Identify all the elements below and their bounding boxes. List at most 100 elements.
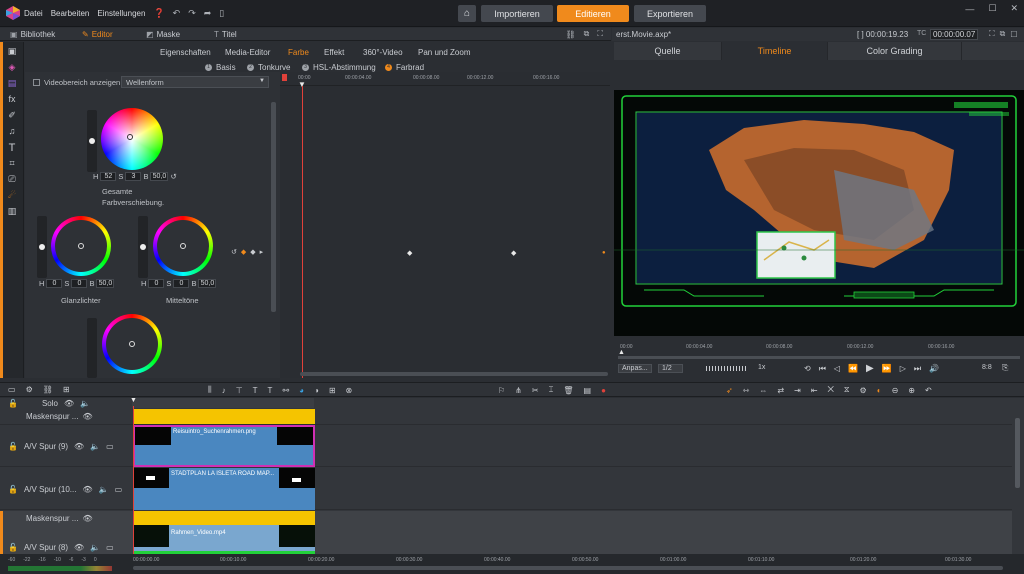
kf-reset-icon[interactable]: ↺ xyxy=(231,248,237,256)
settings-icon[interactable]: ⚙ xyxy=(26,385,33,394)
export-button[interactable]: Exportieren xyxy=(634,5,706,22)
audio-duck-icon[interactable]: ♪ xyxy=(222,386,226,395)
layers-icon[interactable]: ⎚ xyxy=(5,174,19,186)
lock-icon[interactable]: 🔓 xyxy=(8,442,18,451)
highlights-h-input[interactable]: 0 xyxy=(46,279,63,288)
roll-icon[interactable]: ⇄ xyxy=(777,386,784,395)
keyframe-diamond[interactable]: ◆ xyxy=(407,249,412,257)
next-frame-icon[interactable]: ⏩ xyxy=(882,364,892,373)
stopmotion-icon[interactable]: ☄ xyxy=(5,190,19,202)
audio-icon[interactable]: 🔈 xyxy=(90,442,100,451)
edit-button[interactable]: Editieren xyxy=(557,5,629,22)
delete-icon[interactable]: 🗑 xyxy=(563,386,573,395)
lock-icon[interactable]: 🔓 xyxy=(8,485,18,494)
tab-source[interactable]: Quelle xyxy=(614,42,722,60)
autoscroll-icon[interactable]: ◐ xyxy=(877,386,882,395)
av-clip-9[interactable]: Reisuintro_Suchenrahmen.png xyxy=(133,425,315,467)
montage-icon[interactable]: ▥ xyxy=(5,206,19,218)
monitor-icon[interactable]: ▭ xyxy=(106,543,114,552)
video-effects-icon[interactable]: ▤ xyxy=(5,78,19,90)
volume-icon[interactable]: 🔊 xyxy=(929,364,939,373)
visibility-icon[interactable]: 👁 xyxy=(82,485,92,494)
marker-add-icon[interactable]: ⚐ xyxy=(498,386,505,395)
audio-mixer-icon[interactable]: ⫼ xyxy=(208,385,212,395)
zoom-out-icon[interactable]: ⊖ xyxy=(892,386,899,395)
shadows-wheel-handle[interactable] xyxy=(129,341,135,347)
midtones-color-wheel[interactable] xyxy=(153,216,213,276)
waveform-select[interactable]: Wellenform ▼ xyxy=(121,76,269,88)
menu-edit[interactable]: Bearbeiten xyxy=(51,9,90,18)
trim-icon[interactable]: ⌶ xyxy=(549,385,554,395)
timecode-input[interactable]: 00:00:00.07 xyxy=(930,29,979,40)
group-icon[interactable]: ▤ xyxy=(584,386,592,395)
video-range-toggle[interactable]: Videobereich anzeigen xyxy=(33,78,120,87)
monitor-icon[interactable]: ▭ xyxy=(106,442,114,451)
audio-icon[interactable]: 🔈 xyxy=(90,543,100,552)
tab-title[interactable]: T Titel xyxy=(214,28,237,41)
keyframe-diamond[interactable]: ◆ xyxy=(511,249,516,257)
kf-add-icon[interactable]: ◆ xyxy=(250,248,255,256)
tab-properties[interactable]: Eigenschaften xyxy=(160,48,211,57)
snap-icon[interactable]: ⧖ xyxy=(844,385,850,395)
av-clip-8[interactable]: Rahmen_Video.mp4 xyxy=(133,525,315,554)
snapshot-icon[interactable]: ⎘ xyxy=(1002,363,1008,373)
color-mode-basis[interactable]: 1 Basis xyxy=(205,63,236,72)
pan-zoom-icon[interactable]: ⊞ xyxy=(329,386,336,395)
kf-prev-icon[interactable]: ◆ xyxy=(241,248,246,256)
redo-icon[interactable]: ↷ xyxy=(188,8,196,19)
import-button[interactable]: Importieren xyxy=(481,5,553,22)
prev-frame-icon[interactable]: ⏪ xyxy=(848,364,858,373)
fx-icon[interactable]: fx xyxy=(5,94,19,106)
link-icon[interactable]: ⛓ xyxy=(566,30,576,39)
shadows-brightness-slider[interactable] xyxy=(87,318,97,378)
midtones-b-input[interactable]: 50,0 xyxy=(198,279,217,288)
keyframe-end-marker[interactable]: ● xyxy=(602,250,606,256)
global-b-input[interactable]: 50,0 xyxy=(150,172,169,181)
pointer-icon[interactable]: ➶ xyxy=(726,386,733,395)
motion-icon[interactable]: ◑ xyxy=(314,386,319,395)
monitor-icon[interactable]: ▭ xyxy=(115,485,123,494)
step-forward-icon[interactable]: ▷ xyxy=(900,364,906,373)
zoom-in-icon[interactable]: ⊕ xyxy=(908,386,915,395)
tab-media-editor[interactable]: Media-Editor xyxy=(225,48,270,57)
loop-icon[interactable]: ⟲ xyxy=(804,364,811,373)
add-track-icon[interactable]: ⊞ xyxy=(63,385,70,394)
timeline-in-out-range[interactable] xyxy=(132,398,314,408)
timeline-playhead-icon[interactable]: ▼ xyxy=(130,397,137,404)
fit-select[interactable]: Anpas... xyxy=(618,364,652,373)
tab-pan-zoom[interactable]: Pan und Zoom xyxy=(418,48,470,57)
tab-mask[interactable]: ◩ Maske xyxy=(146,28,180,41)
document-icon[interactable]: ▯ xyxy=(219,8,224,19)
resolution-select[interactable]: 1/2 xyxy=(658,364,683,373)
color-mode-hsl[interactable]: 3 HSL-Abstimmung xyxy=(302,63,376,72)
visibility-icon[interactable]: 👁 xyxy=(82,514,92,523)
tab-library[interactable]: ▣ Bibliothek xyxy=(10,28,55,41)
fullscreen-icon[interactable]: ⛶ xyxy=(597,29,603,39)
close-icon[interactable]: ✕ xyxy=(1010,3,1018,14)
play-icon[interactable]: ▶ xyxy=(866,363,874,374)
help-icon[interactable]: ❓ xyxy=(153,8,164,19)
shadows-color-wheel[interactable] xyxy=(102,314,162,374)
razor-icon[interactable]: ⨉ xyxy=(828,385,834,395)
go-end-icon[interactable]: ⏭ xyxy=(914,364,921,374)
tab-timeline[interactable]: Timeline xyxy=(722,42,828,60)
highlights-color-wheel[interactable] xyxy=(51,216,111,276)
visibility-icon[interactable]: 👁 xyxy=(64,399,74,408)
midtones-h-input[interactable]: 0 xyxy=(148,279,165,288)
tab-360-video[interactable]: 360°-Video xyxy=(363,48,403,57)
global-wheel-handle[interactable] xyxy=(127,134,133,140)
tab-editor[interactable]: ✎ Editor xyxy=(82,28,113,41)
crop-icon[interactable]: ⌗ xyxy=(5,158,19,170)
slip-icon[interactable]: ⇿ xyxy=(743,386,750,395)
slide-icon[interactable]: ⇔ xyxy=(759,386,767,395)
mask-clip-1[interactable] xyxy=(133,409,315,424)
global-s-input[interactable]: 3 xyxy=(125,172,142,181)
slider-thumb[interactable] xyxy=(89,138,95,144)
mask-tool-icon[interactable]: ⚯ xyxy=(282,386,289,395)
ripple-icon[interactable]: ⇥ xyxy=(794,386,801,395)
brush-icon[interactable]: ✐ xyxy=(5,110,19,122)
share-icon[interactable]: ➦ xyxy=(204,8,212,19)
storyboard-icon[interactable]: ▭ xyxy=(8,385,16,394)
record-icon[interactable]: ● xyxy=(601,386,606,395)
video-preview[interactable] xyxy=(614,90,1024,336)
